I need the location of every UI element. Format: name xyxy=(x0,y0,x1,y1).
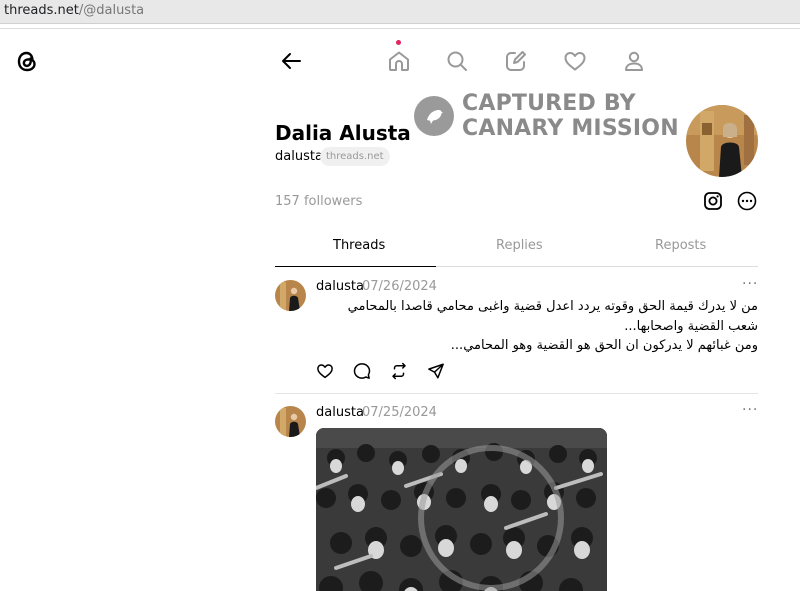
url-path: /@dalusta xyxy=(78,3,145,18)
post-text-line: ومن غبائهم لا يدركون ان الحق هو القضية و… xyxy=(450,338,758,353)
post-date[interactable]: 07/25/2024 xyxy=(362,405,437,420)
more-circle-icon[interactable] xyxy=(737,191,757,211)
instagram-icon[interactable] xyxy=(703,191,723,211)
post-username[interactable]: dalusta xyxy=(316,405,364,420)
profile-icon[interactable] xyxy=(621,48,647,74)
browser-url-bar[interactable]: threads.net/@dalusta xyxy=(0,0,800,24)
post-text: من لا يدرك قيمة الحق وقوته يردد اعدل قضي… xyxy=(316,297,758,356)
divider xyxy=(0,28,800,29)
threads-logo-icon[interactable] xyxy=(14,47,40,75)
post-date[interactable]: 07/26/2024 xyxy=(362,279,437,294)
share-icon[interactable] xyxy=(427,362,445,380)
post-avatar[interactable] xyxy=(275,280,306,311)
like-icon[interactable] xyxy=(316,362,334,380)
post-more-icon[interactable]: ··· xyxy=(742,402,758,418)
watermark: CAPTURED BY CANARY MISSION xyxy=(414,91,679,143)
home-icon[interactable] xyxy=(386,48,412,74)
back-arrow-icon[interactable] xyxy=(278,48,304,74)
search-icon[interactable] xyxy=(444,48,470,74)
post-separator xyxy=(275,393,758,394)
comment-icon[interactable] xyxy=(353,362,371,380)
followers-count[interactable]: 157 followers xyxy=(275,194,362,209)
watermark-text: CAPTURED BY CANARY MISSION xyxy=(462,91,679,141)
active-tab-indicator xyxy=(275,266,436,267)
notification-dot xyxy=(396,40,401,45)
post-username[interactable]: dalusta xyxy=(316,279,364,294)
url-host: threads.net xyxy=(4,3,79,18)
domain-badge[interactable]: threads.net xyxy=(320,147,390,166)
post-image[interactable] xyxy=(316,428,607,591)
tab-threads[interactable]: Threads xyxy=(333,238,385,253)
post-more-icon[interactable]: ··· xyxy=(742,276,758,292)
heart-icon[interactable] xyxy=(562,48,588,74)
url-text[interactable]: threads.net/@dalusta xyxy=(4,3,144,18)
compose-icon[interactable] xyxy=(503,48,529,74)
canary-bird-icon xyxy=(414,96,454,136)
tab-reposts[interactable]: Reposts xyxy=(655,238,706,253)
profile-tabs: Threads Replies Reposts xyxy=(275,229,758,267)
repost-icon[interactable] xyxy=(390,362,408,380)
profile-name: Dalia Alusta xyxy=(275,121,411,145)
watermark-line1: CAPTURED BY xyxy=(462,91,636,116)
profile-handle: dalusta xyxy=(275,149,323,164)
post-avatar[interactable] xyxy=(275,406,306,437)
profile-avatar[interactable] xyxy=(686,105,758,177)
post-text-line: من لا يدرك قيمة الحق وقوته يردد اعدل قضي… xyxy=(347,299,758,334)
watermark-line2: CANARY MISSION xyxy=(462,116,679,141)
tab-replies[interactable]: Replies xyxy=(496,238,543,253)
